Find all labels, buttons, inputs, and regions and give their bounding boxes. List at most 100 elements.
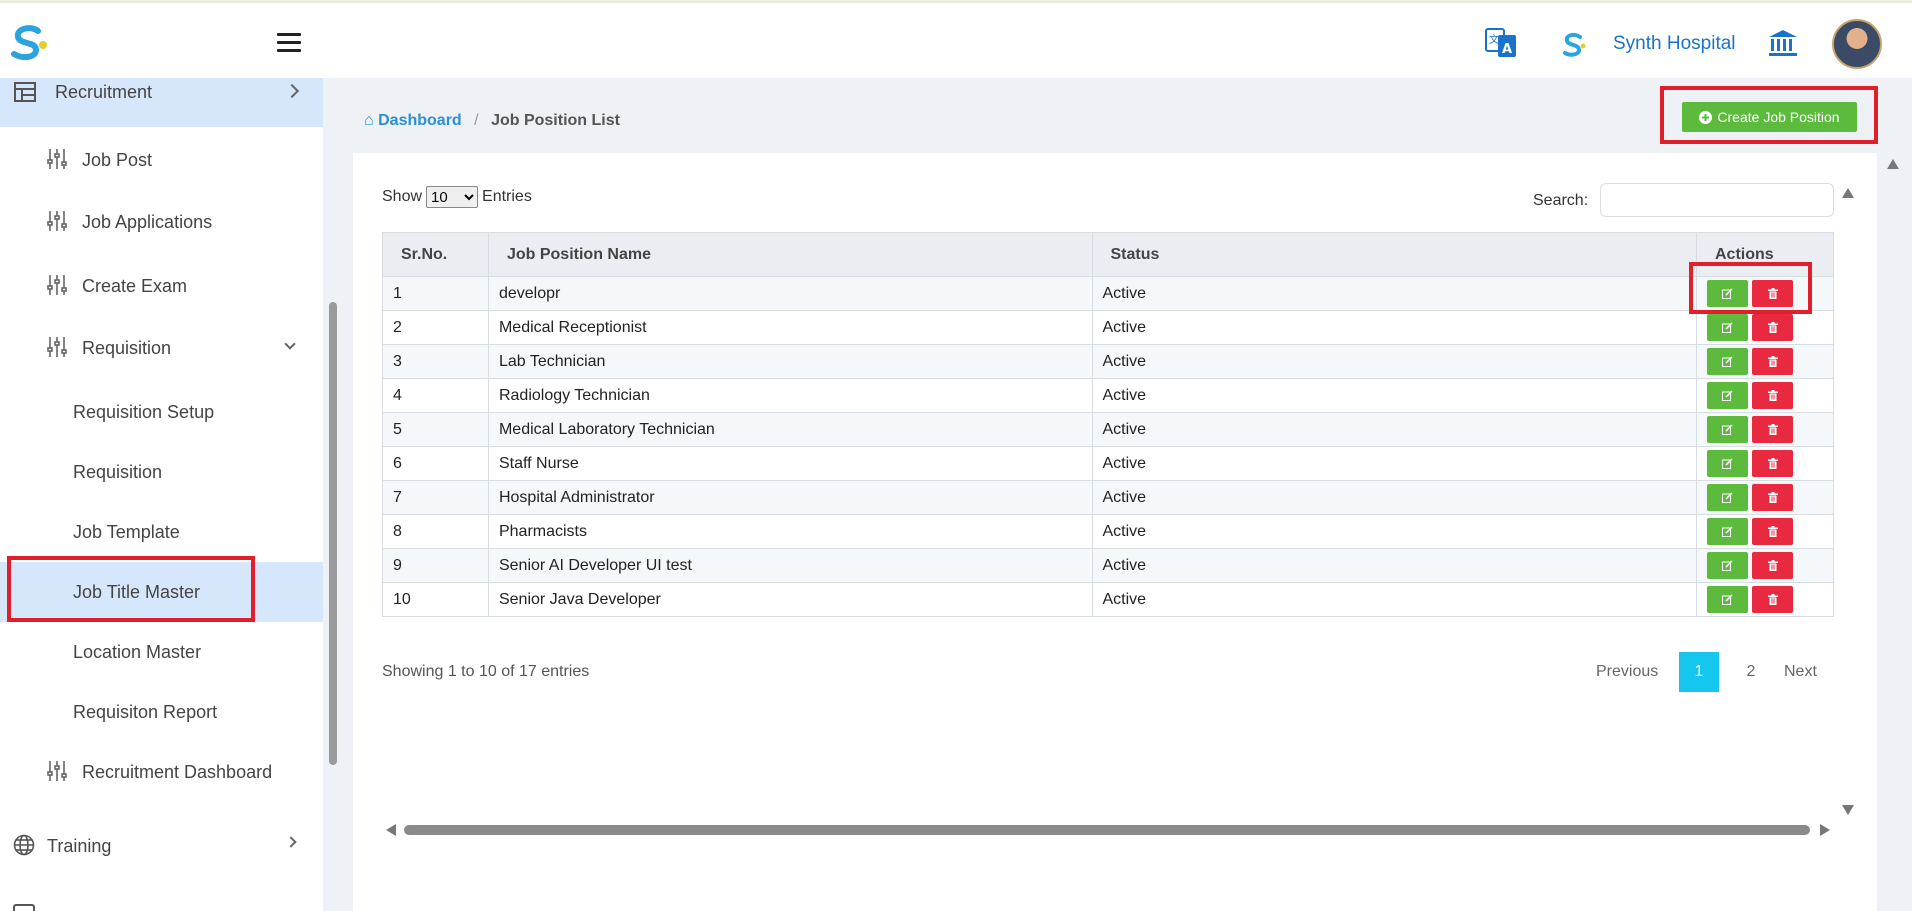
scroll-up-arrow-icon[interactable] <box>1842 188 1854 198</box>
chevron-right-icon <box>284 83 300 99</box>
trash-icon <box>1767 390 1778 401</box>
sidebar-item-label: Recruitment Dashboard <box>82 762 273 782</box>
action-group <box>1707 484 1823 511</box>
cell-actions <box>1696 548 1834 583</box>
scroll-left-arrow-icon[interactable] <box>386 824 396 836</box>
create-job-position-button[interactable]: Create Job Position <box>1682 102 1857 132</box>
delete-button[interactable] <box>1752 552 1793 579</box>
svg-text:A: A <box>1502 42 1512 57</box>
sliders-icon <box>47 761 67 781</box>
breadcrumb-home-label: Dashboard <box>378 112 462 129</box>
pagination-next[interactable]: Next <box>1784 652 1817 692</box>
avatar[interactable] <box>1832 19 1882 69</box>
delete-button[interactable] <box>1752 586 1793 613</box>
delete-button[interactable] <box>1752 348 1793 375</box>
job-position-table: Sr.No. Job Position Name Status Actions … <box>382 232 1834 617</box>
cell-sr: 6 <box>382 446 489 481</box>
cell-sr: 10 <box>382 582 489 617</box>
cell-status: Active <box>1091 378 1697 413</box>
delete-button[interactable] <box>1752 416 1793 443</box>
edit-icon <box>1722 424 1733 435</box>
cell-status: Active <box>1091 582 1697 617</box>
cell-job-position-name: Medical Receptionist <box>487 310 1093 345</box>
delete-button[interactable] <box>1752 518 1793 545</box>
sidebar-item-label: Requisition <box>82 338 172 358</box>
pagination-previous[interactable]: Previous <box>1596 652 1658 692</box>
sidebar-item-requisition-report[interactable]: Requisiton Report <box>0 692 323 732</box>
sidebar-item-location-master[interactable]: Location Master <box>0 632 323 672</box>
sidebar-item-job-applications[interactable]: Job Applications <box>0 202 323 242</box>
sliders-icon <box>47 275 67 295</box>
sidebar-item-job-post[interactable]: Job Post <box>0 140 323 180</box>
cell-job-position-name: Radiology Technician <box>487 378 1093 413</box>
scroll-down-arrow-icon[interactable] <box>1842 805 1854 815</box>
page-length-select[interactable]: 10 <box>426 186 479 208</box>
sidebar-item-create-exam[interactable]: Create Exam <box>0 266 323 306</box>
edit-button[interactable] <box>1707 314 1748 341</box>
sidebar-item-job-title-master[interactable]: Job Title Master <box>0 562 323 622</box>
scroll-right-arrow-icon[interactable] <box>1820 824 1830 836</box>
sidebar-item-requisition-group[interactable]: Requisition <box>0 328 323 368</box>
sidebar-item-label: Job Applications <box>82 212 213 232</box>
column-header-name[interactable]: Job Position Name <box>487 232 1093 277</box>
trash-icon <box>1767 526 1778 537</box>
edit-button[interactable] <box>1707 450 1748 477</box>
sidebar-item-recruitment[interactable]: Recruitment <box>0 78 323 127</box>
delete-button[interactable] <box>1752 314 1793 341</box>
pagination-page-1[interactable]: 1 <box>1679 652 1719 692</box>
column-header-status[interactable]: Status <box>1091 232 1697 277</box>
cell-actions <box>1696 514 1834 549</box>
delete-button[interactable] <box>1752 484 1793 511</box>
bank-icon[interactable] <box>1768 29 1798 57</box>
trash-icon <box>1767 356 1778 367</box>
cell-sr: 4 <box>382 378 489 413</box>
sidebar-item-job-template[interactable]: Job Template <box>0 512 323 552</box>
next-section-icon <box>13 904 35 911</box>
edit-button[interactable] <box>1707 416 1748 443</box>
table-row: 1 developr Active <box>382 276 1834 311</box>
hospital-name[interactable]: Synth Hospital <box>1613 33 1736 55</box>
sidebar-item-requisition-setup[interactable]: Requisition Setup <box>0 392 323 432</box>
table-horizontal-scrollbar[interactable] <box>404 825 1810 835</box>
search-input[interactable] <box>1600 183 1834 217</box>
sidebar-item-requisition[interactable]: Requisition <box>0 452 323 492</box>
table-row: 9 Senior AI Developer UI test Active <box>382 548 1834 583</box>
edit-button[interactable] <box>1707 586 1748 613</box>
edit-button[interactable] <box>1707 518 1748 545</box>
delete-button[interactable] <box>1752 450 1793 477</box>
edit-icon <box>1722 288 1733 299</box>
edit-button[interactable] <box>1707 382 1748 409</box>
table-row: 10 Senior Java Developer Active <box>382 582 1834 617</box>
edit-button[interactable] <box>1707 348 1748 375</box>
delete-button[interactable] <box>1752 382 1793 409</box>
sidebar-item-recruitment-dashboard[interactable]: Recruitment Dashboard <box>0 752 323 792</box>
edit-button[interactable] <box>1707 280 1748 307</box>
translate-icon[interactable]: 文 A <box>1484 25 1518 59</box>
sidebar-item-label: Job Title Master <box>73 582 201 602</box>
delete-button[interactable] <box>1752 280 1793 307</box>
chevron-down-icon <box>284 338 296 350</box>
sidebar-item-training[interactable]: Training <box>0 824 323 866</box>
app-logo-icon[interactable] <box>8 23 48 63</box>
cell-actions <box>1696 276 1834 311</box>
cell-actions <box>1696 582 1834 617</box>
sidebar-scrollbar[interactable] <box>329 302 337 765</box>
cell-actions <box>1696 480 1834 515</box>
column-header-sr[interactable]: Sr.No. <box>382 232 489 277</box>
table-icon <box>14 82 36 102</box>
breadcrumb-home[interactable]: ⌂ Dashboard <box>364 112 466 129</box>
edit-icon <box>1722 526 1733 537</box>
edit-button[interactable] <box>1707 552 1748 579</box>
svg-text:文: 文 <box>1489 33 1499 46</box>
table-row: 2 Medical Receptionist Active <box>382 310 1834 345</box>
menu-icon[interactable] <box>277 33 301 53</box>
scroll-up-arrow-icon[interactable] <box>1886 158 1900 170</box>
sidebar-item-label: Job Template <box>73 522 180 542</box>
sliders-icon <box>47 211 67 231</box>
pagination-page-2[interactable]: 2 <box>1736 652 1766 692</box>
sidebar: Recruitment Job Post Job Applications Cr… <box>0 78 323 911</box>
cell-status: Active <box>1091 514 1697 549</box>
edit-button[interactable] <box>1707 484 1748 511</box>
cell-status: Active <box>1091 480 1697 515</box>
action-group <box>1707 450 1823 477</box>
